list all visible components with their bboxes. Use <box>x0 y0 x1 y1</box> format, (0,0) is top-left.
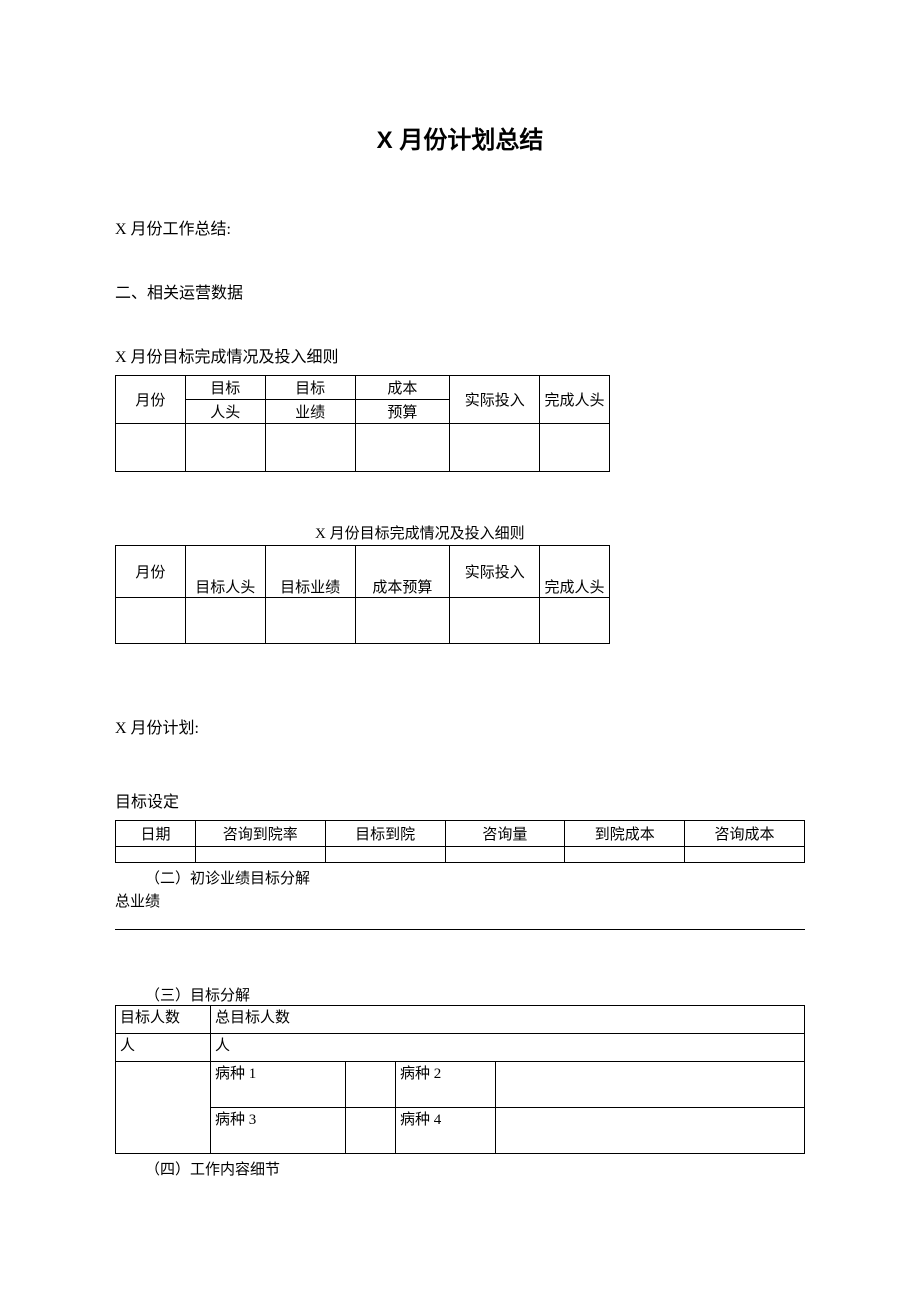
th3-date: 日期 <box>116 821 196 847</box>
th-month: 月份 <box>116 376 186 424</box>
total-performance-label: 总业绩 <box>115 890 805 911</box>
section-iii-heading: （三）目标分解 <box>145 984 805 1005</box>
th-cost-l1: 成本 <box>355 376 450 400</box>
heading-summary: X 月份工作总结: <box>115 215 805 239</box>
t4-disease-3-label: 病种 3 <box>211 1108 346 1154</box>
t4-empty-left <box>116 1062 211 1154</box>
subheading-table1: X 月份目标完成情况及投入细则 <box>115 343 805 367</box>
td-target-perf <box>265 424 355 472</box>
th3-consult-volume: 咨询量 <box>445 821 565 847</box>
t4-disease-4-value <box>496 1108 805 1154</box>
td3-consult-volume <box>445 847 565 863</box>
th3-target-arrival: 目标到院 <box>325 821 445 847</box>
td-month <box>116 424 186 472</box>
th-target-perf-l2: 业绩 <box>265 400 355 424</box>
td-completed-head <box>540 424 610 472</box>
th2-actual-input: 实际投入 <box>450 546 540 598</box>
th2-completed-head: 完成人头 <box>540 546 610 598</box>
subheading-goal: 目标设定 <box>115 788 805 812</box>
table-target-completion-2: 月份 目标人头 目标业绩 成本预算 实际投入 完成人头 <box>115 545 610 644</box>
th-completed-head: 完成人头 <box>540 376 610 424</box>
th2-cost-budget: 成本预算 <box>355 546 450 598</box>
t4-people-unit-2: 人 <box>211 1034 805 1062</box>
t4-disease-4-label: 病种 4 <box>396 1108 496 1154</box>
t4-total-target-people-label: 总目标人数 <box>211 1006 805 1034</box>
th2-target-perf: 目标业绩 <box>265 546 355 598</box>
caption-table2: X 月份目标完成情况及投入细则 <box>315 522 805 543</box>
td-actual-input <box>450 424 540 472</box>
th-actual-input: 实际投入 <box>450 376 540 424</box>
td3-consult-rate <box>195 847 325 863</box>
th2-month: 月份 <box>116 546 186 598</box>
th-target-perf-l1: 目标 <box>265 376 355 400</box>
td2-actual-input <box>450 598 540 644</box>
td3-target-arrival <box>325 847 445 863</box>
t4-disease-2-value <box>496 1062 805 1108</box>
table-goal-setting: 日期 咨询到院率 目标到院 咨询量 到院成本 咨询成本 <box>115 820 805 863</box>
th-cost-l2: 预算 <box>355 400 450 424</box>
td3-arrival-cost <box>565 847 685 863</box>
td2-cost-budget <box>355 598 450 644</box>
document-page: X 月份计划总结 X 月份工作总结: 二、相关运营数据 X 月份目标完成情况及投… <box>0 0 920 1239</box>
table-target-breakdown: 目标人数 总目标人数 人 人 病种 1 病种 2 病种 3 病种 4 <box>115 1005 805 1154</box>
td2-target-head <box>185 598 265 644</box>
section-ii-heading: （二）初诊业绩目标分解 <box>145 867 805 888</box>
table-target-completion-1: 月份 目标 目标 成本 实际投入 完成人头 人头 业绩 预算 <box>115 375 610 472</box>
t4-people-unit-1: 人 <box>116 1034 211 1062</box>
section-iv-heading: （四）工作内容细节 <box>145 1158 805 1179</box>
th-target-head-l1: 目标 <box>185 376 265 400</box>
th3-consult-cost: 咨询成本 <box>685 821 805 847</box>
t4-disease-2-label: 病种 2 <box>396 1062 496 1108</box>
td3-consult-cost <box>685 847 805 863</box>
heading-section-2: 二、相关运营数据 <box>115 279 805 303</box>
td3-date <box>116 847 196 863</box>
t4-disease-1-value <box>346 1062 396 1108</box>
td2-month <box>116 598 186 644</box>
th3-consult-rate: 咨询到院率 <box>195 821 325 847</box>
td2-target-perf <box>265 598 355 644</box>
td2-completed-head <box>540 598 610 644</box>
th3-arrival-cost: 到院成本 <box>565 821 685 847</box>
page-title: X 月份计划总结 <box>115 120 805 155</box>
th-target-head-l2: 人头 <box>185 400 265 424</box>
t4-target-people-label: 目标人数 <box>116 1006 211 1034</box>
t4-disease-1-label: 病种 1 <box>211 1062 346 1108</box>
td-target-head <box>185 424 265 472</box>
td-cost <box>355 424 450 472</box>
heading-plan: X 月份计划: <box>115 714 805 738</box>
th2-target-head: 目标人头 <box>185 546 265 598</box>
t4-disease-3-value <box>346 1108 396 1154</box>
